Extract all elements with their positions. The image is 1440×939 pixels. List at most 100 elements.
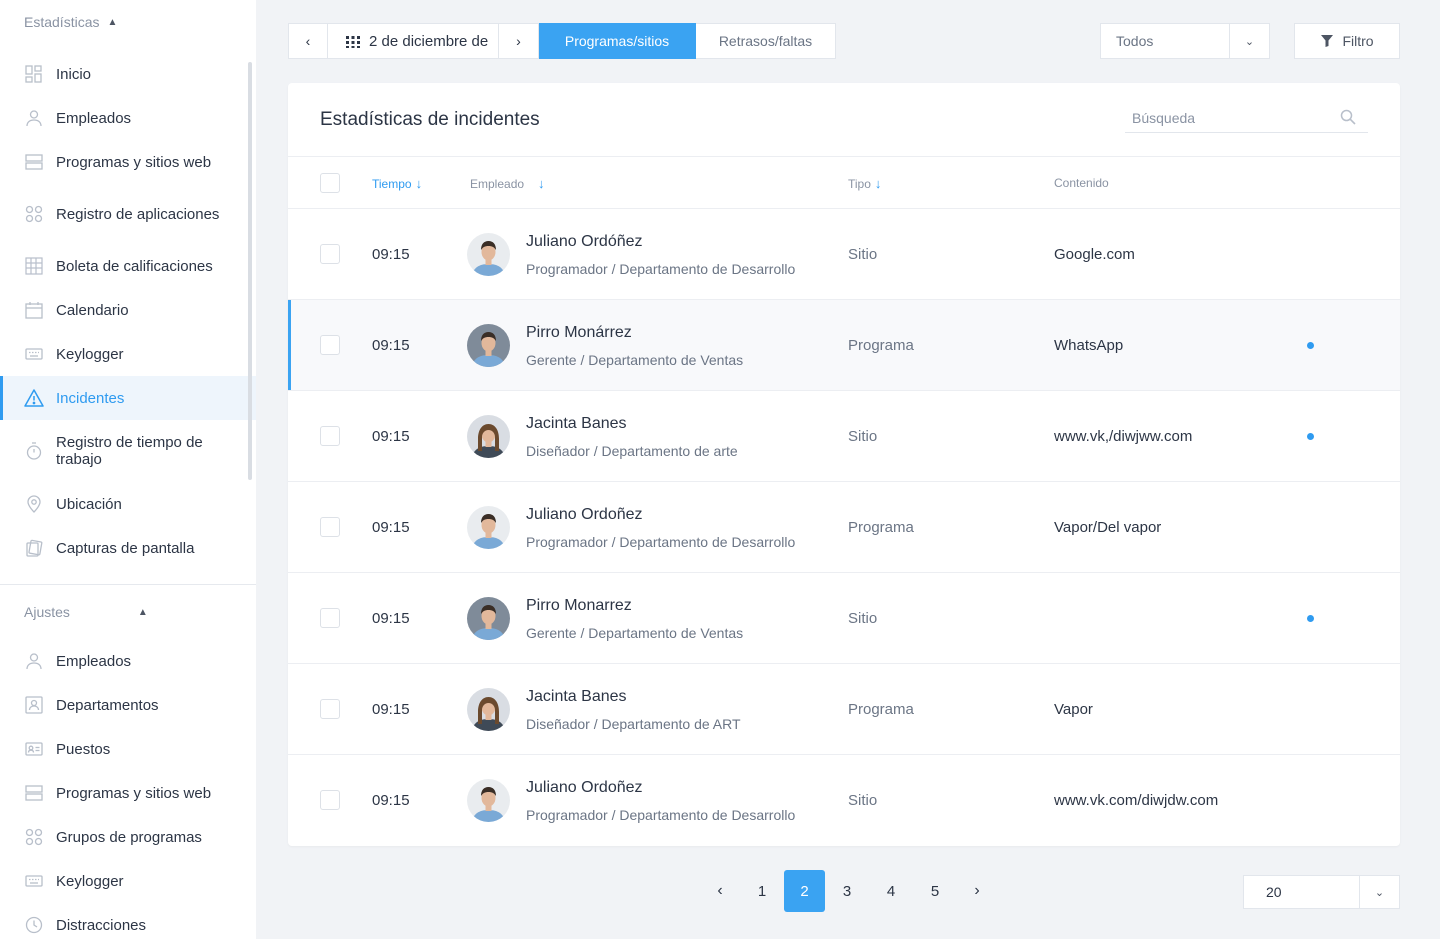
employee-name[interactable]: Juliano Ordóñez [526,233,643,251]
type-select[interactable]: Todos ⌄ [1100,23,1270,59]
employee-name[interactable]: Juliano Ordoñez [526,506,643,524]
per-page-select[interactable]: 20 ⌄ [1243,875,1400,909]
prev-page-button[interactable]: ‹ [700,870,740,912]
search-icon[interactable] [1340,109,1356,125]
filter-button[interactable]: Filtro [1294,23,1400,59]
row-time: 09:15 [372,792,410,809]
sidebar-item-label: Registro de tiempo de trabajo [56,434,203,468]
user-icon [24,651,44,671]
table-row[interactable]: 09:15 Jacinta Banes Diseñador / Departamen… [288,391,1400,482]
row-content: WhatsApp [1054,337,1124,354]
sidebar-item-capturas-de-pantalla[interactable]: Capturas de pantalla [0,526,256,570]
sidebar-item-distracciones[interactable]: Distracciones [0,903,256,939]
table-row[interactable]: 09:15 Pirro Monárrez Gerente / Departament… [288,300,1400,391]
row-checkbox[interactable] [320,790,340,810]
settings-section-header[interactable]: Ajustes ▲ [0,585,256,639]
table-grid-icon [24,256,44,276]
page-2-button[interactable]: 2 [784,870,825,912]
search-input[interactable] [1125,105,1325,131]
sidebar-item-programas-y-sitios-web[interactable]: Programas y sitios web [0,140,256,184]
avatar [467,779,510,822]
tab-delays-absences[interactable]: Retrasos/faltas [696,23,836,59]
employee-name[interactable]: Juliano Ordoñez [526,779,643,797]
column-type[interactable]: Tipo ↓ [848,176,881,191]
select-all-checkbox[interactable] [320,173,340,193]
row-time: 09:15 [372,610,410,627]
unread-indicator [1307,342,1314,349]
table-row[interactable]: 09:15 Jacinta Banes Diseñador / Departamen… [288,664,1400,755]
date-picker[interactable]: 2 de diciembre de [328,23,499,59]
employee-role: Programador / Departamento de Desarrollo [526,807,796,823]
sort-arrow-icon: ↓ [874,176,882,191]
row-time: 09:15 [372,701,410,718]
search-box [1125,105,1368,133]
column-employee[interactable]: Empleado ↓ [470,176,545,191]
row-checkbox[interactable] [320,426,340,446]
sidebar-item-label: Empleados [56,652,132,670]
sidebar-item-keylogger[interactable]: Keylogger [0,859,256,903]
employee-role: Gerente / Departamento de Ventas [526,352,744,368]
sidebar-item-puestos[interactable]: Puestos [0,727,256,771]
row-checkbox[interactable] [320,335,340,355]
employee-name[interactable]: Pirro Monárrez [526,324,632,342]
employee-role: Programador / Departamento de Desarrollo [526,534,796,550]
employee-name[interactable]: Jacinta Banes [526,415,627,433]
sidebar-scrollbar[interactable] [248,62,252,480]
avatar [467,324,510,367]
sidebar-item-incidentes[interactable]: Incidentes [0,376,256,420]
chevron-up-icon: ▲ [107,16,118,28]
sidebar-item-label: Capturas de pantalla [56,539,195,557]
table-row[interactable]: 09:15 Pirro Monarrez Gerente / Departament… [288,573,1400,664]
dashboard-icon [24,64,44,84]
sidebar-item-keylogger[interactable]: Keylogger [0,332,256,376]
row-checkbox[interactable] [320,244,340,264]
sidebar-item-label: Incidentes [56,389,125,407]
employee-name[interactable]: Pirro Monarrez [526,597,632,615]
column-content[interactable]: Contenido [1054,176,1109,190]
sidebar-item-label: Departamentos [56,696,159,714]
sidebar-item-inicio[interactable]: Inicio [0,52,256,96]
sidebar-item-registro-de-tiempo-de-trabajo[interactable]: Registro de tiempo de trabajo [0,420,256,482]
stats-section-header[interactable]: Estadísticas ▲ [0,0,256,44]
row-checkbox[interactable] [320,608,340,628]
sidebar-item-empleados[interactable]: Empleados [0,96,256,140]
row-checkbox[interactable] [320,517,340,537]
page-4-button[interactable]: 4 [869,870,913,912]
page-3-button[interactable]: 3 [825,870,869,912]
sidebar: Estadísticas ▲ Inicio Empleados Programas … [0,0,256,939]
sidebar-item-departamentos[interactable]: Departamentos [0,683,256,727]
screenshots-icon [24,538,44,558]
next-page-button[interactable]: › [957,870,997,912]
row-type: Programa [848,337,914,354]
sidebar-item-grupos-de-programas[interactable]: Grupos de programas [0,815,256,859]
table-row[interactable]: 09:15 Juliano Ordóñez Programador / Depart… [288,209,1400,300]
sidebar-item-label: Boleta de calificaciones [56,257,213,275]
server-icon [24,783,44,803]
employee-name[interactable]: Jacinta Banes [526,688,627,706]
sidebar-item-boleta-de-calificaciones[interactable]: Boleta de calificaciones [0,244,256,288]
sidebar-item-calendario[interactable]: Calendario [0,288,256,332]
sidebar-item-empleados[interactable]: Empleados [0,639,256,683]
sidebar-item-programas-y-sitios-web[interactable]: Programas y sitios web [0,771,256,815]
sidebar-item-label: Registro de aplicaciones [56,205,220,223]
employee-role: Gerente / Departamento de Ventas [526,625,744,641]
sidebar-item-ubicacion[interactable]: Ubicación [0,482,256,526]
page-5-button[interactable]: 5 [913,870,957,912]
sidebar-item-registro-de-aplicaciones[interactable]: Registro de aplicaciones [0,184,256,244]
page-1-button[interactable]: 1 [740,870,784,912]
employee-role: Diseñador / Departamento de ART [526,716,741,732]
column-time[interactable]: Tiempo ↓ [372,176,422,191]
next-date-button[interactable]: › [499,23,539,59]
avatar [467,597,510,640]
sidebar-item-label: Puestos [56,740,111,758]
chevron-down-icon: ⌄ [1229,24,1269,58]
card-header: Estadísticas de incidentes [288,83,1400,157]
apps-grid-icon [24,204,44,224]
tab-programs-sites[interactable]: Programas/sitios [539,23,696,59]
table-row[interactable]: 09:15 Juliano Ordoñez Programador / Depart… [288,482,1400,573]
chevron-left-icon: ‹ [717,882,723,899]
prev-date-button[interactable]: ‹ [288,23,328,59]
row-checkbox[interactable] [320,699,340,719]
table-row[interactable]: 09:15 Juliano Ordoñez Programador / Depart… [288,755,1400,846]
location-pin-icon [24,494,44,514]
